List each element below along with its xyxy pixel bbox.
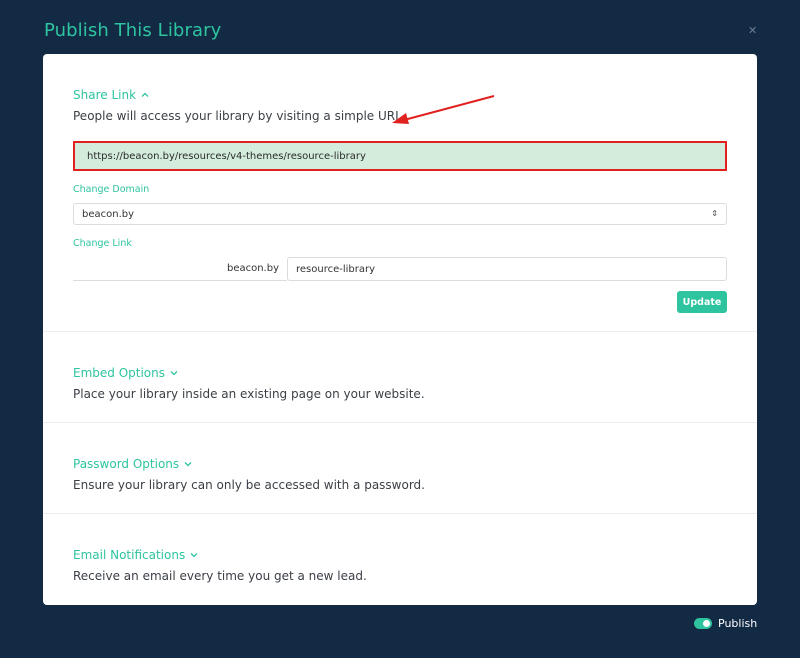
embed-options-heading: Embed Options xyxy=(73,366,166,380)
share-link-section: Share Link People will access your libra… xyxy=(43,54,757,332)
share-url-field[interactable]: https://beacon.by/resources/v4-themes/re… xyxy=(73,141,727,171)
domain-select-value: beacon.by xyxy=(82,208,135,220)
publish-label: Publish xyxy=(718,617,758,630)
toggle-switch[interactable] xyxy=(694,618,712,629)
chevron-down-icon xyxy=(170,371,178,376)
embed-options-section: Embed Options Place your library inside … xyxy=(43,332,757,423)
change-link-label: Change Link xyxy=(73,238,132,249)
publish-panel: Share Link People will access your libra… xyxy=(43,54,757,605)
email-notifications-heading: Email Notifications xyxy=(73,548,186,562)
modal-title: Publish This Library xyxy=(44,20,222,41)
publish-toggle[interactable]: Publish xyxy=(694,617,757,630)
change-link-row: beacon.by xyxy=(73,257,727,281)
email-notifications-toggle[interactable]: Email Notifications xyxy=(73,547,199,563)
password-options-toggle[interactable]: Password Options xyxy=(73,456,193,472)
update-button[interactable]: Update xyxy=(677,291,727,313)
toggle-knob xyxy=(703,620,710,627)
chevron-down-icon xyxy=(184,462,192,467)
embed-options-toggle[interactable]: Embed Options xyxy=(73,365,179,381)
email-notifications-description: Receive an email every time you get a ne… xyxy=(73,569,367,583)
select-caret-icon: ⇕ xyxy=(711,209,718,218)
password-options-description: Ensure your library can only be accessed… xyxy=(73,478,425,492)
password-options-section: Password Options Ensure your library can… xyxy=(43,423,757,514)
chevron-up-icon xyxy=(141,92,149,97)
email-notifications-section: Email Notifications Receive an email eve… xyxy=(43,514,757,605)
share-link-heading: Share Link xyxy=(73,88,137,102)
share-link-toggle[interactable]: Share Link xyxy=(73,87,150,103)
link-domain-prefix: beacon.by xyxy=(73,257,287,281)
password-options-heading: Password Options xyxy=(73,457,180,471)
change-domain-label: Change Domain xyxy=(73,184,150,195)
embed-options-description: Place your library inside an existing pa… xyxy=(73,387,425,401)
share-url-text: https://beacon.by/resources/v4-themes/re… xyxy=(87,150,366,162)
chevron-down-icon xyxy=(190,553,198,558)
share-link-description: People will access your library by visit… xyxy=(73,109,406,123)
close-icon[interactable]: ✕ xyxy=(748,24,757,38)
domain-select[interactable]: beacon.by ⇕ xyxy=(73,203,727,225)
link-slug-input[interactable] xyxy=(287,257,727,281)
